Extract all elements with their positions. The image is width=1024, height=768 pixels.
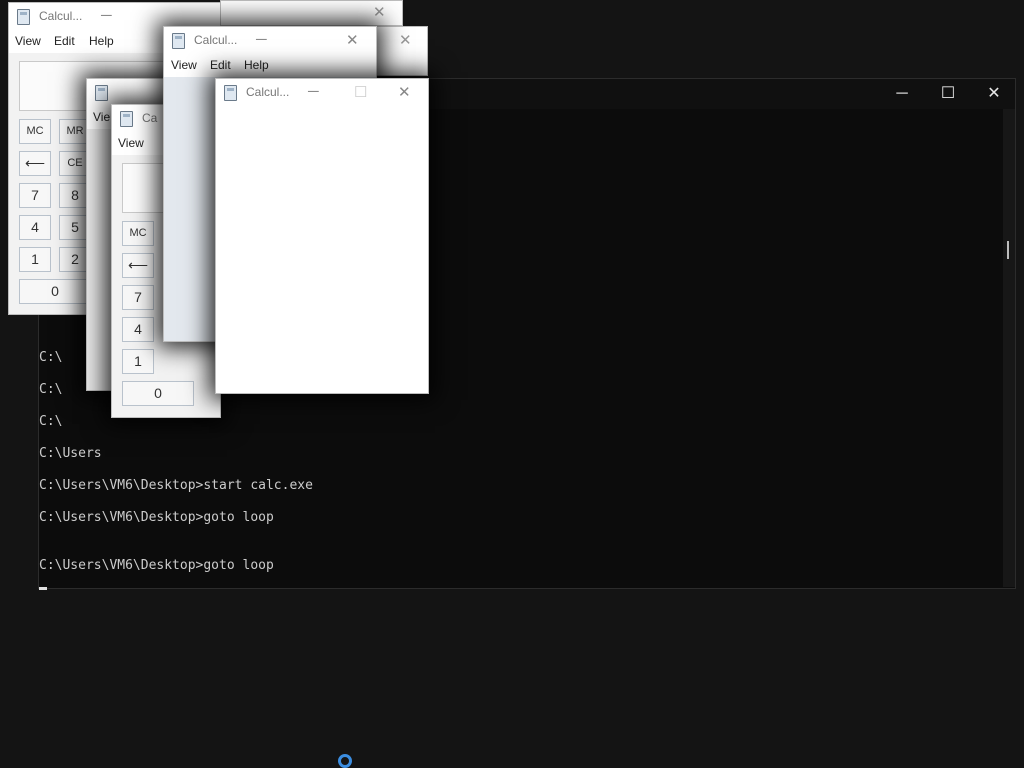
menu-help[interactable]: Help — [244, 58, 269, 72]
backspace-button[interactable]: ⟵ — [19, 151, 51, 176]
one-button[interactable]: 1 — [122, 349, 154, 374]
four-button[interactable]: 4 — [19, 215, 51, 240]
menu-view[interactable]: View — [171, 58, 197, 72]
calculator-icon — [120, 111, 133, 127]
menu-edit[interactable]: Edit — [54, 34, 75, 48]
menu-view[interactable]: Vie — [93, 110, 110, 124]
calculator-icon — [17, 9, 30, 25]
close-icon[interactable]: ✕ — [398, 83, 411, 101]
calculator-icon — [224, 85, 237, 101]
console-line: C:\Users\VM6\Desktop>goto loop — [39, 558, 274, 573]
calculator-window-ghost: ✕ — [376, 26, 428, 76]
minimize-icon[interactable]: ─ — [101, 7, 112, 24]
window-title: Calcul... — [246, 85, 290, 99]
window-title: Calcul... — [194, 33, 238, 47]
zero-button[interactable]: 0 — [19, 279, 91, 304]
close-icon[interactable]: ✕ — [373, 3, 386, 21]
minimize-icon[interactable]: ─ — [879, 79, 925, 109]
maximize-icon[interactable]: ☐ — [354, 83, 367, 101]
calculator-icon — [172, 33, 185, 49]
console-line: C:\Users — [39, 446, 102, 461]
menu-view[interactable]: View — [15, 34, 41, 48]
window-title: Calcul... — [39, 9, 83, 23]
mc-button[interactable]: MC — [19, 119, 51, 144]
console-line: C:\Users\VM6\Desktop>start calc.exe — [39, 478, 313, 493]
cortana-ring-icon[interactable] — [338, 754, 352, 768]
seven-button[interactable]: 7 — [19, 183, 51, 208]
menu-edit[interactable]: Edit — [210, 58, 231, 72]
console-line: C:\ — [39, 414, 63, 429]
backspace-button[interactable]: ⟵ — [122, 253, 154, 278]
console-scrollbar[interactable] — [1003, 109, 1015, 587]
calculator-titlebar[interactable]: Calcul... ─ ☐ ✕ — [216, 79, 428, 107]
window-title: Ca — [142, 111, 158, 125]
calculator-window-ghost: ✕ — [220, 0, 403, 26]
calculator-icon — [95, 85, 108, 101]
console-line: C:\ — [39, 382, 63, 397]
four-button[interactable]: 4 — [122, 317, 154, 342]
console-line: C:\Users\VM6\Desktop>goto loop — [39, 510, 274, 525]
close-icon[interactable]: ✕ — [346, 31, 359, 49]
menu-view[interactable]: View — [118, 136, 144, 150]
menu-help[interactable]: Help — [89, 34, 114, 48]
close-icon[interactable]: ✕ — [971, 79, 1017, 109]
close-icon[interactable]: ✕ — [399, 31, 412, 49]
text-cursor — [39, 587, 47, 590]
maximize-icon[interactable]: ☐ — [925, 79, 971, 109]
scrollbar-thumb[interactable] — [1007, 241, 1009, 259]
minimize-icon[interactable]: ─ — [256, 31, 267, 48]
zero-button[interactable]: 0 — [122, 381, 194, 406]
minimize-icon[interactable]: ─ — [308, 83, 319, 100]
calculator-titlebar[interactable]: Calcul... ─ ✕ — [164, 27, 376, 55]
seven-button[interactable]: 7 — [122, 285, 154, 310]
calculator-window[interactable]: Calcul... ─ ☐ ✕ — [215, 78, 429, 394]
console-line: C:\ — [39, 350, 63, 365]
one-button[interactable]: 1 — [19, 247, 51, 272]
mc-button[interactable]: MC — [122, 221, 154, 246]
menu-bar: View Edit Help — [164, 55, 376, 77]
